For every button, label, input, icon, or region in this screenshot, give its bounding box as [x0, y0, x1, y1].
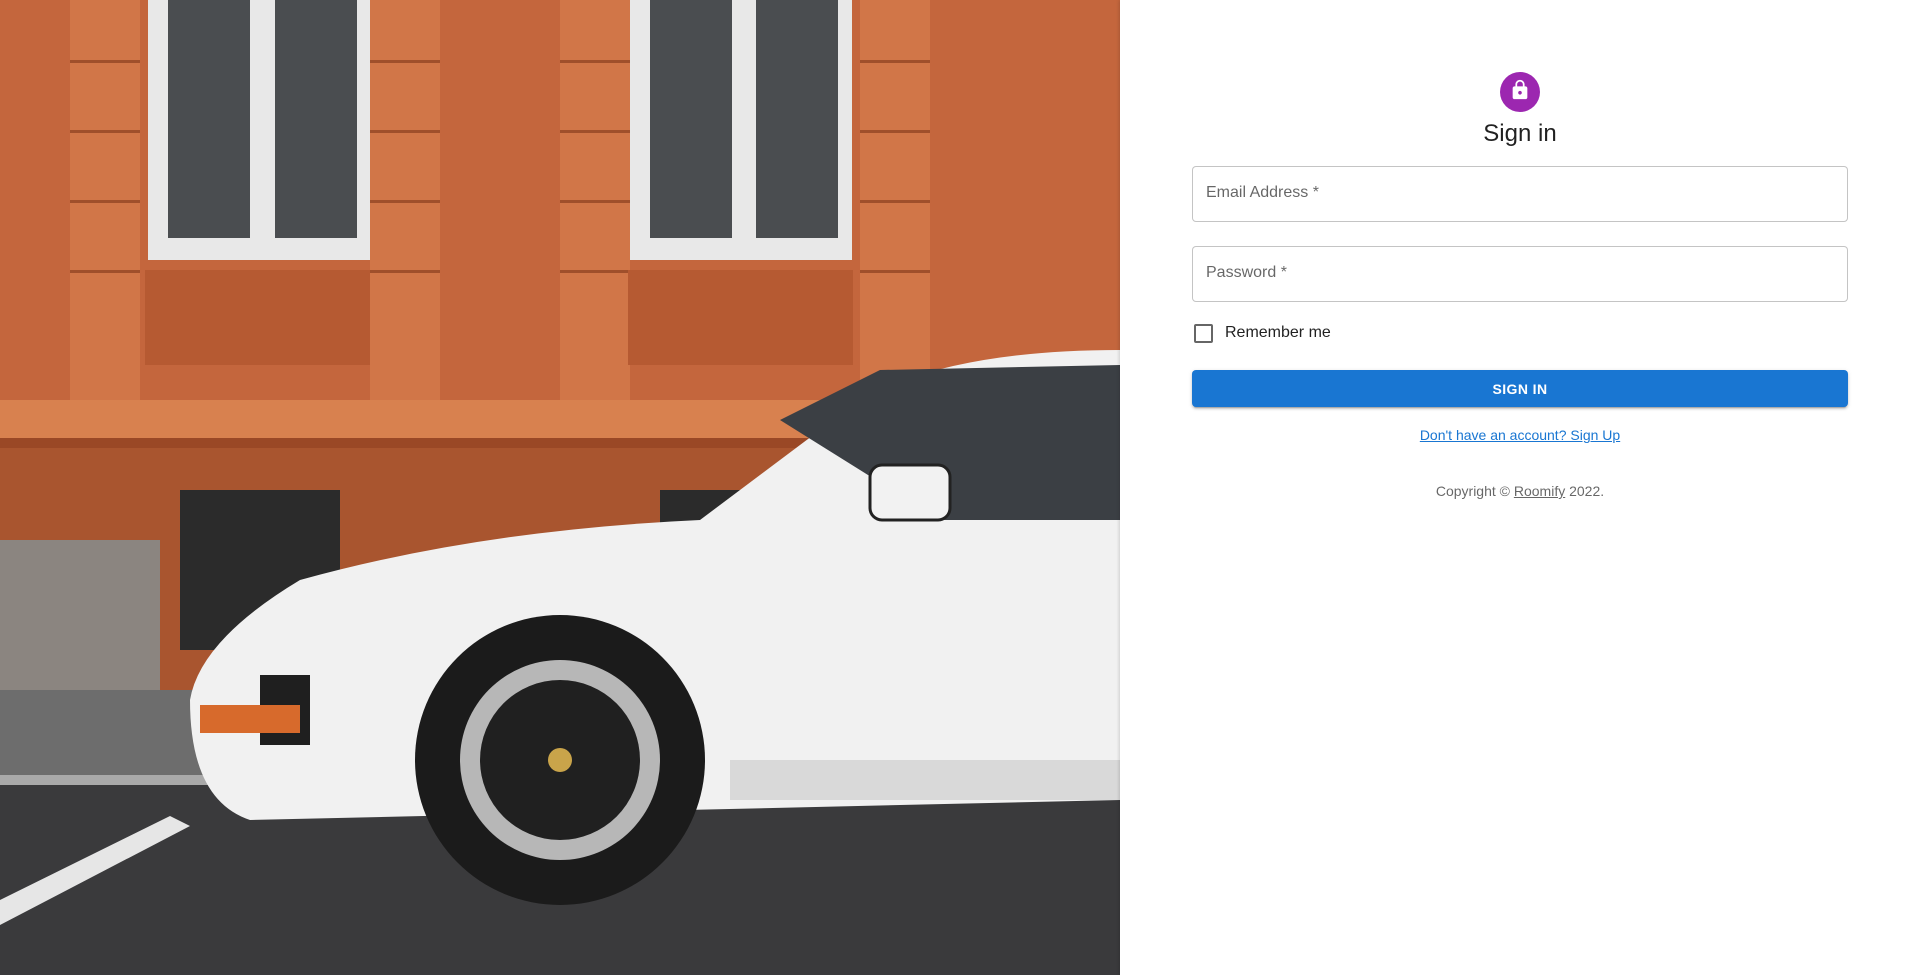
- email-field[interactable]: Email Address *: [1192, 166, 1848, 222]
- copyright: Copyright © Roomify 2022.: [1436, 483, 1604, 499]
- signin-panel: Sign in Email Address * Password * Remem…: [1120, 0, 1919, 975]
- avatar: [1500, 72, 1540, 112]
- lock-icon: [1509, 79, 1531, 106]
- car-photo: [0, 0, 1120, 975]
- sign-in-button[interactable]: Sign In: [1192, 370, 1848, 407]
- password-input[interactable]: [1193, 247, 1847, 301]
- copyright-year: 2022.: [1569, 483, 1605, 499]
- password-field[interactable]: Password *: [1192, 246, 1848, 302]
- remember-me[interactable]: Remember me: [1192, 312, 1331, 354]
- copyright-prefix: Copyright ©: [1435, 483, 1510, 499]
- remember-label: Remember me: [1225, 324, 1331, 341]
- remember-checkbox[interactable]: [1194, 323, 1213, 343]
- email-input[interactable]: [1193, 167, 1847, 221]
- signin-form: Sign in Email Address * Password * Remem…: [1192, 72, 1848, 499]
- brand-link[interactable]: Roomify: [1514, 483, 1565, 499]
- hero-image: [0, 0, 1120, 975]
- page-title: Sign in: [1483, 120, 1557, 147]
- sign-up-link[interactable]: Don't have an account? Sign Up: [1420, 427, 1620, 443]
